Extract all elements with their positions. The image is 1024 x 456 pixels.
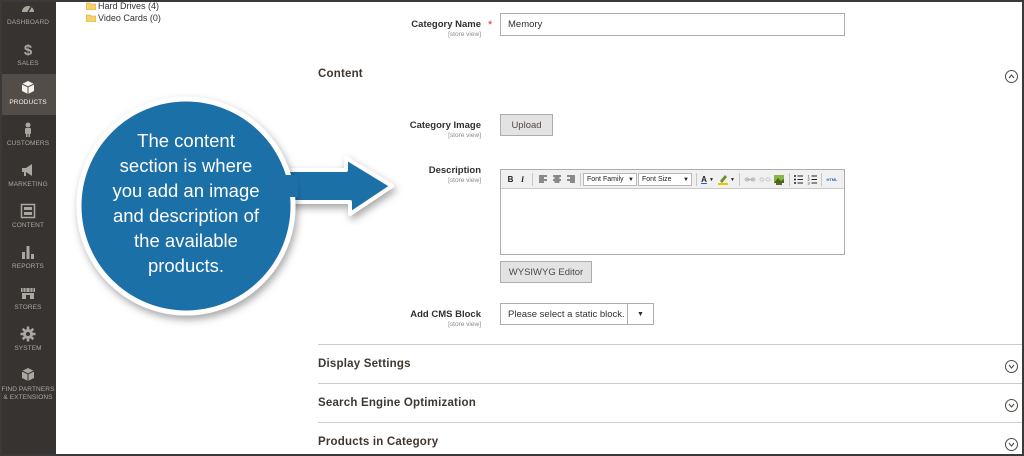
align-left-icon[interactable] xyxy=(538,173,548,186)
nav-sales[interactable]: $ SALES xyxy=(0,35,56,76)
cms-block-scope: [store view] xyxy=(448,321,481,328)
cube-icon xyxy=(21,81,35,94)
description-label: Description xyxy=(428,165,481,176)
nav-customers-label: CUSTOMERS xyxy=(6,140,50,147)
nav-find-partners-label: FIND PARTNERS & EXTENSIONS xyxy=(1,386,55,401)
svg-text:3: 3 xyxy=(808,182,810,186)
category-name-input[interactable] xyxy=(500,13,845,36)
section-divider xyxy=(318,383,1022,384)
tree-item-hard-drives[interactable]: Hard Drives (4) xyxy=(86,1,159,11)
nav-find-partners[interactable]: FIND PARTNERS & EXTENSIONS xyxy=(0,361,56,413)
description-textarea[interactable] xyxy=(501,189,844,254)
cms-block-placeholder: Please select a static block. xyxy=(508,308,625,320)
nav-products[interactable]: PRODUCTS xyxy=(0,74,56,115)
nav-system[interactable]: SYSTEM xyxy=(0,320,56,361)
wysiwyg-editor-button[interactable]: WYSIWYG Editor xyxy=(500,261,592,283)
toolbar-separator xyxy=(789,173,790,186)
collapse-icon[interactable] xyxy=(1005,70,1018,83)
extensions-icon xyxy=(21,368,35,381)
nav-products-label: PRODUCTS xyxy=(9,99,47,106)
dropdown-arrow-icon[interactable]: ▼ xyxy=(709,173,714,186)
nav-customers[interactable]: CUSTOMERS xyxy=(0,115,56,156)
nav-dashboard[interactable]: DASHBOARD xyxy=(0,0,56,35)
align-center-icon[interactable] xyxy=(552,173,562,186)
category-name-label: Category Name xyxy=(411,19,481,30)
folder-icon xyxy=(86,14,96,22)
nav-reports[interactable]: REPORTS xyxy=(0,238,56,279)
section-products-title[interactable]: Products in Category xyxy=(318,436,438,448)
dollar-icon: $ xyxy=(24,42,33,57)
cms-block-label: Add CMS Block xyxy=(410,309,481,320)
toolbar-separator xyxy=(580,173,581,186)
callout-text: The content section is where you add an … xyxy=(112,130,260,276)
dashboard-icon xyxy=(22,6,34,13)
tree-item-label: Video Cards (0) xyxy=(98,13,161,23)
upload-button[interactable]: Upload xyxy=(500,114,553,136)
description-editor: B I Font Family ▼ Font Size ▼ A ▼ ▼ 123 … xyxy=(500,169,845,255)
nav-dashboard-label: DASHBOARD xyxy=(6,19,50,26)
expand-icon[interactable] xyxy=(1005,438,1018,451)
nav-marketing[interactable]: MARKETING xyxy=(0,156,56,197)
link-icon[interactable] xyxy=(744,173,756,186)
nav-reports-label: REPORTS xyxy=(11,263,44,270)
bold-button[interactable]: B xyxy=(506,173,515,186)
font-family-select[interactable]: Font Family ▼ xyxy=(583,173,637,186)
dropdown-arrow-icon: ▼ xyxy=(683,177,689,183)
dropdown-arrow-icon: ▼ xyxy=(628,177,634,183)
nav-stores[interactable]: STORES xyxy=(0,279,56,320)
chevron-down-icon: ▼ xyxy=(627,304,653,324)
category-image-scope: [store view] xyxy=(448,132,481,139)
person-icon xyxy=(25,122,31,137)
required-asterisk: * xyxy=(488,19,493,31)
megaphone-icon xyxy=(22,164,32,176)
nav-stores-label: STORES xyxy=(14,304,42,311)
bar-chart-icon xyxy=(22,246,34,259)
tree-item-label: Hard Drives (4) xyxy=(98,1,160,11)
text-color-button[interactable]: A xyxy=(699,173,709,186)
font-family-label: Font Family xyxy=(587,176,624,183)
font-size-select[interactable]: Font Size ▼ xyxy=(638,173,692,186)
cms-block-select[interactable]: Please select a static block. ▼ xyxy=(500,303,654,325)
toolbar-separator xyxy=(696,173,697,186)
toolbar-separator xyxy=(821,173,822,186)
gear-icon xyxy=(20,326,36,342)
dropdown-arrow-icon[interactable]: ▼ xyxy=(730,173,735,186)
insert-image-icon[interactable] xyxy=(773,173,785,186)
nav-content[interactable]: CONTENT xyxy=(0,197,56,238)
tree-item-video-cards[interactable]: Video Cards (0) xyxy=(86,13,161,23)
svg-text:$: $ xyxy=(24,42,33,57)
nav-marketing-label: MARKETING xyxy=(8,181,48,188)
html-source-button[interactable]: HTML xyxy=(824,173,840,186)
unlink-icon[interactable] xyxy=(759,173,771,186)
layout-icon xyxy=(20,203,36,219)
toolbar-separator xyxy=(739,173,740,186)
nav-sales-label: SALES xyxy=(17,60,39,67)
nav-content-label: CONTENT xyxy=(11,222,45,229)
numbered-list-icon[interactable]: 123 xyxy=(807,173,818,186)
font-size-label: Font Size xyxy=(642,176,672,183)
bullet-list-icon[interactable] xyxy=(793,173,804,186)
italic-button[interactable]: I xyxy=(518,173,527,186)
expand-icon[interactable] xyxy=(1005,399,1018,412)
highlight-color-icon[interactable] xyxy=(717,173,729,186)
section-display-settings-title[interactable]: Display Settings xyxy=(318,358,411,370)
storefront-icon xyxy=(21,288,35,299)
section-seo-title[interactable]: Search Engine Optimization xyxy=(318,397,476,409)
category-image-label: Category Image xyxy=(409,120,481,131)
toolbar-separator xyxy=(532,173,533,186)
section-divider xyxy=(318,344,1022,345)
admin-sidebar: DASHBOARD $ SALES PRODUCTS CUSTOMERS MAR… xyxy=(0,0,56,456)
description-scope: [store view] xyxy=(448,177,481,184)
align-right-icon[interactable] xyxy=(566,173,576,186)
section-divider xyxy=(318,422,1022,423)
callout-arrow xyxy=(260,156,394,216)
category-name-scope: [store view] xyxy=(448,31,481,38)
expand-icon[interactable] xyxy=(1005,360,1018,373)
editor-toolbar: B I Font Family ▼ Font Size ▼ A ▼ ▼ 123 … xyxy=(501,170,844,189)
folder-icon xyxy=(86,2,96,10)
nav-system-label: SYSTEM xyxy=(14,345,42,352)
section-content-title[interactable]: Content xyxy=(318,68,363,80)
